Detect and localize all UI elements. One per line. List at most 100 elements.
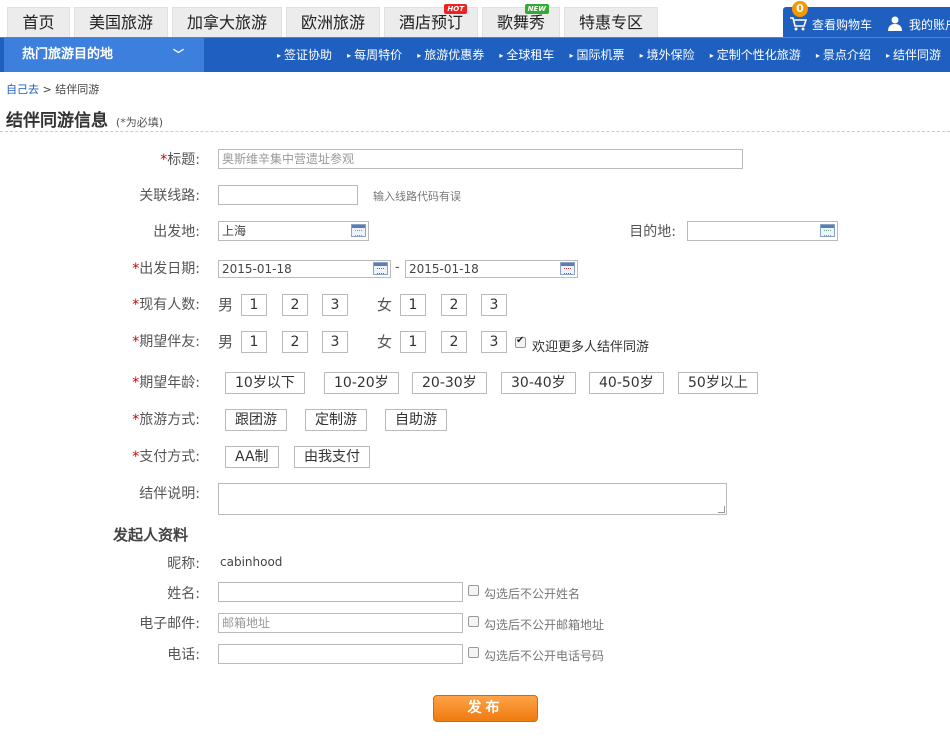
hide-name-label: 勾选后不公开姓名 bbox=[484, 587, 581, 601]
age-option-30-40[interactable]: 30-40岁 bbox=[501, 372, 576, 394]
expected-male-1[interactable]: 1 bbox=[241, 331, 267, 353]
female-label: 女 bbox=[377, 333, 393, 351]
current-female-3[interactable]: 3 bbox=[481, 294, 507, 316]
nav-link-attractions[interactable]: 景点介绍 bbox=[816, 38, 871, 73]
tab-shows[interactable]: 歌舞秀 NEW bbox=[482, 4, 560, 37]
cart-icon[interactable] bbox=[789, 16, 807, 32]
nav-links: 签证协助 每周特价 旅游优惠券 全球租车 国际机票 境外保险 定制个性化旅游 景… bbox=[277, 38, 950, 72]
route-label: 关联线路: bbox=[139, 188, 200, 204]
hide-email-checkbox[interactable] bbox=[468, 616, 479, 627]
title-label: *标题: bbox=[160, 152, 200, 168]
tab-hotel[interactable]: 酒店预订 HOT bbox=[384, 4, 478, 37]
current-male-2[interactable]: 2 bbox=[282, 294, 308, 316]
nav-link-weekly-deals[interactable]: 每周特价 bbox=[347, 38, 402, 73]
nav-link-insurance[interactable]: 境外保险 bbox=[640, 38, 695, 73]
breadcrumb: 自己去 > 结伴同游 bbox=[6, 81, 99, 97]
depart-label: 出发地: bbox=[153, 224, 200, 240]
dest-input[interactable] bbox=[687, 221, 838, 241]
male-label: 男 bbox=[218, 296, 234, 314]
payment-aa[interactable]: AA制 bbox=[225, 446, 279, 468]
calendar-icon[interactable] bbox=[351, 224, 366, 237]
female-label: 女 bbox=[377, 296, 393, 314]
calendar-icon[interactable] bbox=[373, 262, 388, 275]
expected-companions-label: *期望伴友: bbox=[132, 334, 200, 350]
route-input[interactable] bbox=[218, 185, 358, 205]
nav-link-car-rental[interactable]: 全球租车 bbox=[499, 38, 554, 73]
publish-button[interactable]: 发布 bbox=[433, 695, 538, 722]
breadcrumb-home[interactable]: 自己去 bbox=[6, 83, 39, 96]
hot-destinations-dropdown[interactable]: 热门旅游目的地 ﹀ bbox=[4, 38, 204, 72]
expected-female-2[interactable]: 2 bbox=[441, 331, 467, 353]
tab-label: 酒店预订 bbox=[398, 13, 463, 32]
divider bbox=[0, 131, 950, 132]
date-end-input[interactable]: 2015-01-18 bbox=[405, 260, 578, 278]
hide-phone-checkbox[interactable] bbox=[468, 647, 479, 658]
age-option-under-10[interactable]: 10岁以下 bbox=[225, 372, 305, 394]
email-input[interactable]: 邮箱地址 bbox=[218, 613, 463, 633]
hide-name-checkbox[interactable] bbox=[468, 585, 479, 596]
breadcrumb-separator: > bbox=[42, 83, 52, 96]
nav-link-custom-tour[interactable]: 定制个性化旅游 bbox=[710, 38, 801, 73]
nav-link-visa[interactable]: 签证协助 bbox=[277, 38, 332, 73]
expected-male-3[interactable]: 3 bbox=[322, 331, 348, 353]
current-people-label: *现有人数: bbox=[132, 297, 200, 313]
name-input[interactable] bbox=[218, 582, 463, 602]
tab-home[interactable]: 首页 bbox=[7, 7, 70, 37]
expected-female-3[interactable]: 3 bbox=[481, 331, 507, 353]
tab-europe[interactable]: 欧洲旅游 bbox=[286, 7, 380, 37]
my-account-link[interactable]: 我的账户 bbox=[909, 16, 950, 33]
name-label: 姓名: bbox=[167, 586, 200, 602]
breadcrumb-current: 结伴同游 bbox=[55, 83, 100, 96]
tab-label: 特惠专区 bbox=[578, 13, 643, 32]
tab-label: 首页 bbox=[22, 13, 55, 32]
nav-link-coupons[interactable]: 旅游优惠券 bbox=[417, 38, 484, 73]
tab-canada[interactable]: 加拿大旅游 bbox=[172, 7, 282, 37]
desc-textarea[interactable] bbox=[218, 483, 727, 515]
travel-mode-custom[interactable]: 定制游 bbox=[305, 409, 367, 431]
tab-label: 欧洲旅游 bbox=[300, 13, 365, 32]
welcome-more-checkbox[interactable] bbox=[515, 335, 526, 348]
user-icon bbox=[888, 16, 902, 31]
expected-male-2[interactable]: 2 bbox=[282, 331, 308, 353]
nav-link-flights[interactable]: 国际机票 bbox=[570, 38, 625, 73]
hide-email-label: 勾选后不公开邮箱地址 bbox=[484, 618, 605, 632]
age-option-40-50[interactable]: 40-50岁 bbox=[589, 372, 664, 394]
tab-label: 美国旅游 bbox=[88, 13, 153, 32]
route-hint: 输入线路代码有误 bbox=[373, 190, 461, 203]
calendar-icon[interactable] bbox=[560, 262, 575, 275]
cart-count-badge: 0 bbox=[792, 1, 808, 17]
male-label: 男 bbox=[218, 333, 234, 351]
date-start-input[interactable]: 2015-01-18 bbox=[218, 260, 391, 278]
current-female-2[interactable]: 2 bbox=[441, 294, 467, 316]
current-male-3[interactable]: 3 bbox=[322, 294, 348, 316]
date-label: *出发日期: bbox=[132, 261, 200, 277]
travel-mode-label: *旅游方式: bbox=[132, 412, 200, 428]
current-female-1[interactable]: 1 bbox=[400, 294, 426, 316]
age-option-10-20[interactable]: 10-20岁 bbox=[324, 372, 399, 394]
nav-link-companions[interactable]: 结伴同游 bbox=[886, 38, 941, 73]
depart-input[interactable]: 上海 bbox=[218, 221, 369, 241]
travel-mode-self[interactable]: 自助游 bbox=[385, 409, 447, 431]
tab-usa[interactable]: 美国旅游 bbox=[74, 7, 168, 37]
tab-label: 歌舞秀 bbox=[496, 13, 545, 32]
phone-input[interactable] bbox=[218, 644, 463, 664]
nickname-label: 昵称: bbox=[167, 556, 200, 572]
age-option-20-30[interactable]: 20-30岁 bbox=[412, 372, 487, 394]
cart-box: 0 查看购物车 我的账户 bbox=[783, 1, 950, 37]
payment-me[interactable]: 由我支付 bbox=[294, 446, 370, 468]
travel-mode-group[interactable]: 跟团游 bbox=[225, 409, 287, 431]
initiator-section-title: 发起人资料 bbox=[113, 526, 189, 544]
view-cart-link[interactable]: 查看购物车 bbox=[812, 16, 872, 33]
calendar-icon[interactable] bbox=[820, 224, 835, 237]
current-male-1[interactable]: 1 bbox=[241, 294, 267, 316]
expected-female-1[interactable]: 1 bbox=[400, 331, 426, 353]
hot-badge: HOT bbox=[444, 4, 467, 14]
secondary-nav: 热门旅游目的地 ﹀ 签证协助 每周特价 旅游优惠券 全球租车 国际机票 境外保险… bbox=[0, 37, 950, 72]
age-option-over-50[interactable]: 50岁以上 bbox=[678, 372, 758, 394]
title-input[interactable]: 奥斯维辛集中营遗址参观 bbox=[218, 149, 743, 169]
hot-destinations-label: 热门旅游目的地 bbox=[22, 47, 114, 62]
tab-deals[interactable]: 特惠专区 bbox=[564, 7, 658, 37]
phone-label: 电话: bbox=[167, 647, 200, 663]
tab-label: 加拿大旅游 bbox=[186, 13, 267, 32]
date-separator: - bbox=[395, 260, 400, 275]
